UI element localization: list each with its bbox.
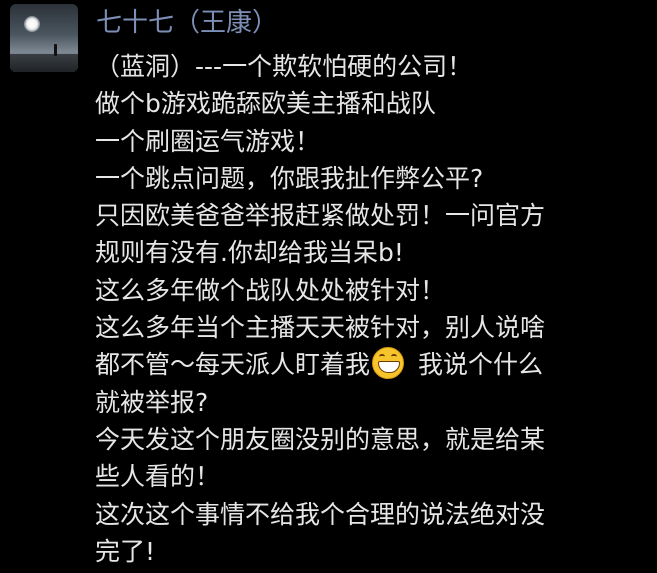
post-line-10: 就被举报? [95,387,209,417]
post-line-5: 只因欧美爸爸举报赶紧做处罚！一问官方 [95,201,546,231]
grinning-face-emoji-icon [372,347,405,380]
post-line-11: 今天发这个朋友圈没别的意思，就是给某 [95,424,546,454]
sun-shape [24,16,40,32]
post-line-8: 这么多年当个主播天天被针对，别人说啥 [95,313,546,343]
post-line-1: （蓝洞）---一个欺软怕硬的公司！ [95,52,473,81]
post-line-2: 做个b游戏跪舔欧美主播和战队 [95,89,436,119]
person-silhouette [54,44,57,56]
post-text: （蓝洞）---一个欺软怕硬的公司！ 做个b游戏跪舔欧美主播和战队 一个刷圈运气游… [95,48,645,570]
post-line-9: 都不管～每天派人盯着我 我说个什么 [95,346,645,383]
post-line-13: 这次这个事情不给我个合理的说法绝对没 [95,499,546,529]
ground-shape [10,54,78,72]
post-line-3: 一个刷圈运气游戏！ [95,126,321,156]
post-line-6: 规则有没有.你却给我当呆b! [95,238,404,268]
post-line-12: 些人看的！ [95,462,221,492]
author-name[interactable]: 七十七（王康） [96,6,278,40]
post-line-7: 这么多年做个战队处处被针对！ [95,275,446,305]
moments-post: 七十七（王康） （蓝洞）---一个欺软怕硬的公司！ 做个b游戏跪舔欧美主播和战队… [0,0,657,573]
post-line-9-start: 都不管～每天派人盯着我 [95,350,371,380]
post-line-9-end: 我说个什么 [418,350,544,380]
post-line-14: 完了! [95,536,156,566]
avatar-landscape-icon[interactable] [10,4,78,72]
post-line-4: 一个跳点问题，你跟我扯作弊公平? [95,163,484,193]
